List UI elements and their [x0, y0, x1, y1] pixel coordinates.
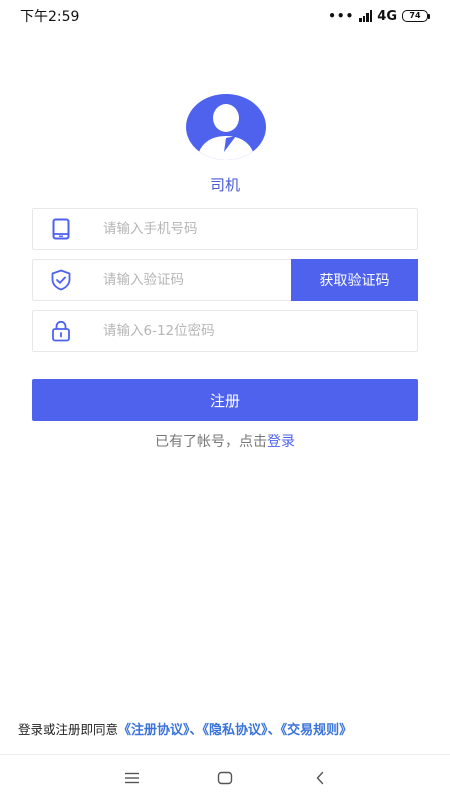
battery-icon: 74	[402, 10, 430, 22]
back-icon[interactable]	[308, 767, 332, 789]
agreement-separator-2: 、	[267, 723, 281, 738]
trade-rules-link[interactable]: 《交易规则》	[281, 723, 353, 738]
login-link[interactable]: 登录	[267, 434, 295, 450]
menu-icon[interactable]	[120, 767, 144, 789]
status-time: 下午2:59	[20, 9, 80, 25]
verification-code-field[interactable]: 获取验证码	[32, 259, 418, 301]
signal-icon	[359, 10, 373, 22]
phone-input[interactable]	[89, 209, 417, 249]
system-nav-bar	[0, 754, 450, 800]
driver-avatar-icon	[186, 94, 266, 160]
status-indicators: ••• 4G 74	[328, 9, 430, 24]
agreement-separator-1: 、	[189, 723, 203, 738]
privacy-terms-link[interactable]: 《隐私协议》	[203, 723, 268, 738]
agreement-notice: 登录或注册即同意《注册协议》、《隐私协议》、《交易规则》	[18, 719, 352, 738]
battery-level: 74	[402, 10, 428, 22]
status-bar: 下午2:59 ••• 4G 74	[0, 0, 450, 32]
lock-icon	[33, 311, 89, 351]
get-code-button[interactable]: 获取验证码	[291, 259, 418, 301]
password-input[interactable]	[89, 311, 417, 351]
password-field[interactable]	[32, 310, 418, 352]
agreement-prefix: 登录或注册即同意	[18, 722, 119, 737]
phone-icon	[33, 209, 89, 249]
more-dots-icon: •••	[328, 9, 355, 23]
phone-field[interactable]	[32, 208, 418, 250]
home-icon[interactable]	[213, 767, 237, 789]
register-terms-link[interactable]: 《注册协议》	[118, 723, 190, 738]
role-label: 司机	[209, 176, 240, 194]
login-prompt: 已有了帐号，点击登录	[0, 431, 450, 451]
login-prompt-text: 已有了帐号，点击	[155, 434, 267, 450]
shield-check-icon	[33, 260, 89, 300]
register-button[interactable]: 注册	[32, 379, 418, 421]
network-label: 4G	[377, 8, 397, 24]
